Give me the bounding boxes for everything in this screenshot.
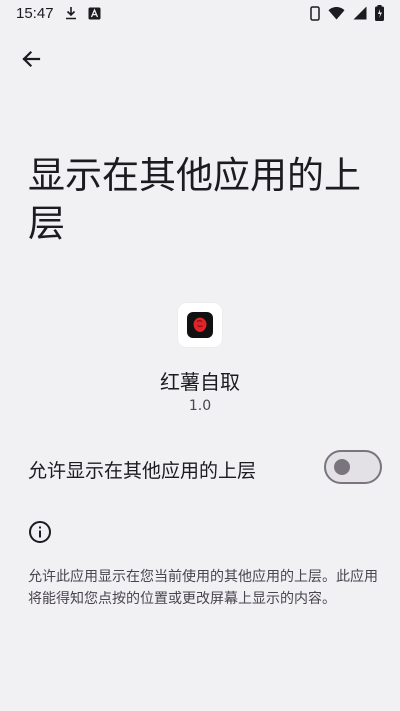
status-time: 15:47 — [16, 4, 54, 22]
status-bar: 15:47 — [0, 0, 400, 26]
phone-icon — [310, 5, 320, 21]
toggle-thumb — [334, 459, 350, 475]
page-title: 显示在其他应用的上层 — [28, 154, 361, 245]
allow-overlay-row[interactable]: 允许显示在其他应用的上层 — [0, 444, 400, 492]
app-name: 红薯自取 — [160, 370, 240, 394]
app-icon — [178, 303, 222, 347]
font-app-icon — [88, 7, 101, 20]
app-version: 1.0 — [188, 398, 212, 414]
signal-icon — [353, 6, 367, 20]
info-icon — [28, 520, 52, 544]
wifi-icon — [328, 6, 345, 20]
battery-icon — [375, 5, 384, 21]
allow-overlay-toggle[interactable] — [324, 450, 382, 484]
download-icon — [64, 6, 78, 20]
status-right — [310, 5, 384, 21]
status-left: 15:47 — [16, 5, 101, 22]
back-button[interactable] — [14, 42, 48, 76]
arrow-left-icon — [22, 50, 41, 68]
app-icon-graphic — [187, 312, 213, 338]
info-description: 允许此应用显示在您当前使用的其他应用的上层。此应用将能得知您点按的位置或更改屏幕… — [28, 569, 378, 607]
allow-overlay-label: 允许显示在其他应用的上层 — [28, 460, 257, 482]
